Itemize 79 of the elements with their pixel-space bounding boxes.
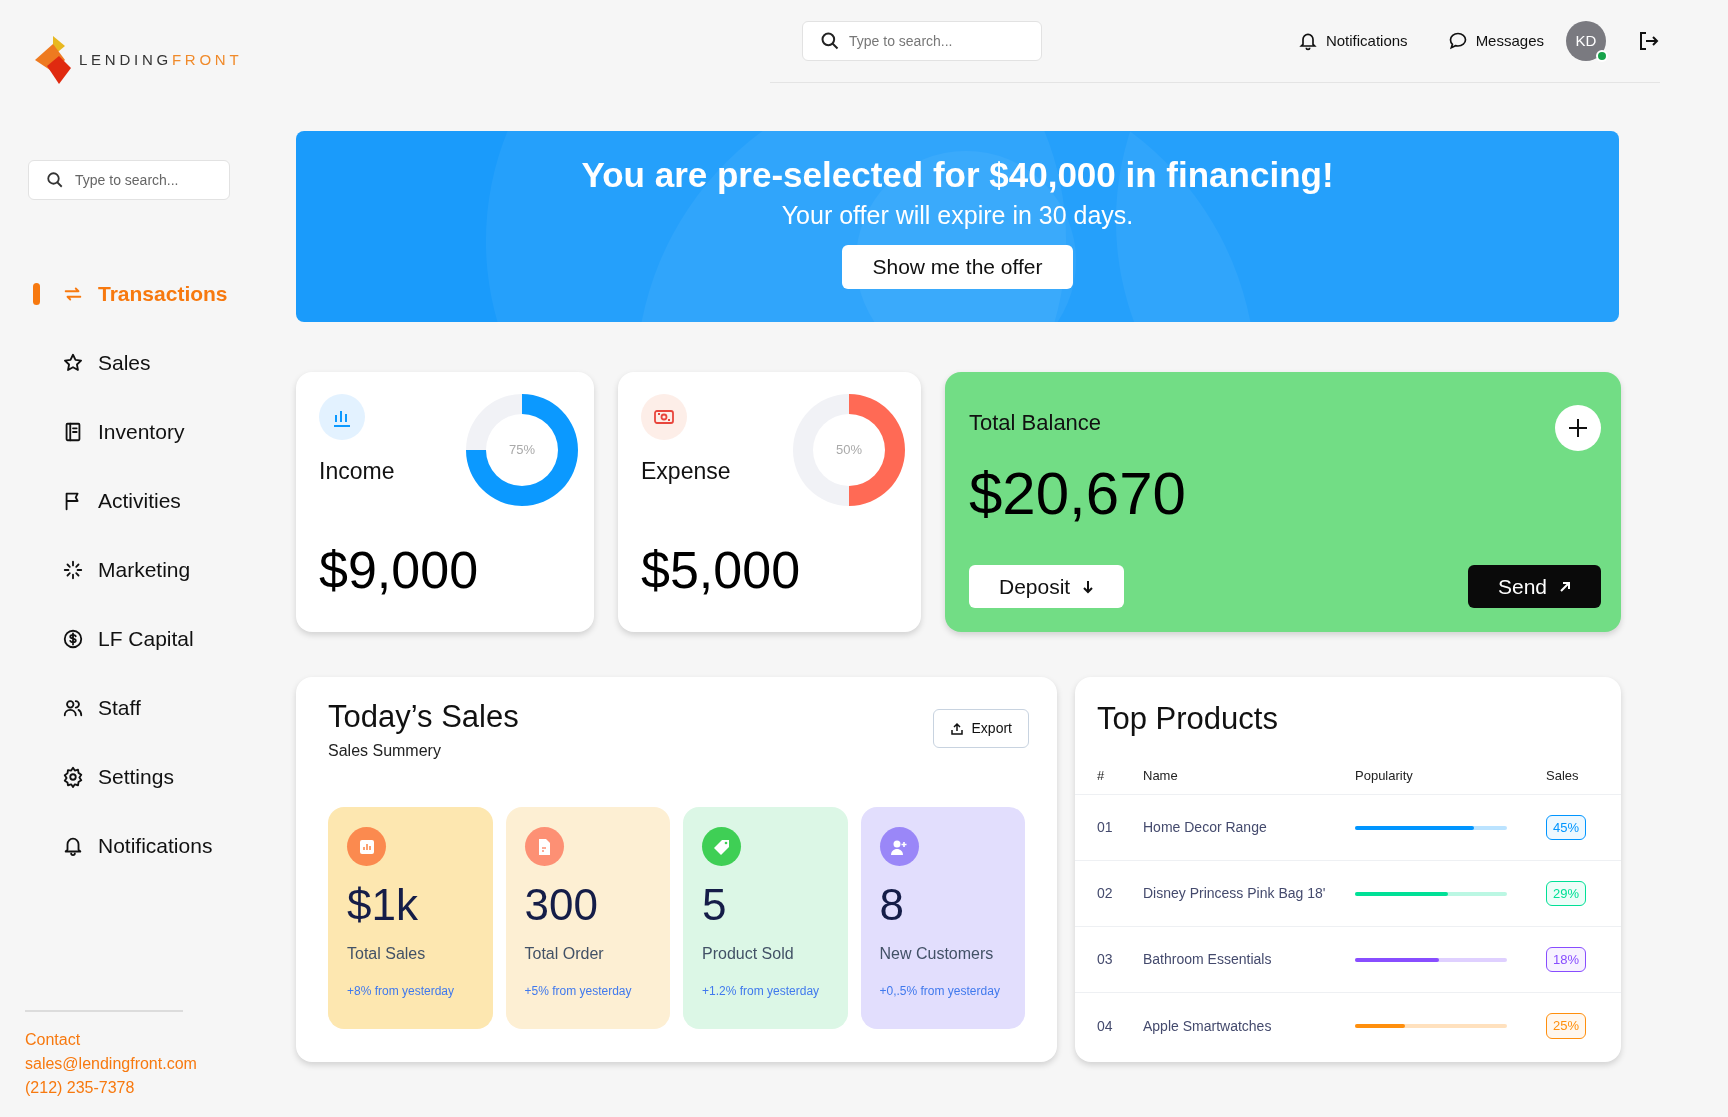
show-offer-button[interactable]: Show me the offer — [842, 245, 1073, 289]
stat-value: $1k — [347, 880, 418, 930]
row-number: 02 — [1097, 885, 1113, 901]
avatar[interactable]: KD — [1566, 21, 1606, 61]
product-name: Bathroom Essentials — [1143, 951, 1272, 967]
banknote-icon — [641, 394, 687, 440]
search-field[interactable]: Type to search... — [28, 160, 230, 200]
logo-icon — [35, 36, 71, 84]
arrow-down-icon — [1082, 579, 1095, 594]
stat-change: +5% from yesterday — [524, 983, 632, 1000]
nav-item[interactable]: Settings — [62, 761, 174, 793]
donut-reading: 75% — [509, 441, 535, 460]
column-header: # — [1097, 767, 1105, 783]
deposit-button[interactable]: Deposit — [969, 565, 1125, 608]
contact-label: Contact — [25, 1030, 82, 1050]
card-subtitle: Sales Summery — [328, 741, 441, 761]
settings-icon — [62, 766, 84, 788]
people-icon — [62, 697, 84, 719]
row-number: 03 — [1097, 951, 1113, 967]
product-name: Apple Smartwatches — [1143, 1017, 1272, 1034]
stat-change: +0,.5% from yesterday — [879, 983, 1000, 1000]
nav-item[interactable]: Staff — [62, 692, 141, 724]
product-name: Disney Princess Pink Bag 18' — [1143, 885, 1326, 901]
product-name: Home Decor Range — [1143, 819, 1267, 835]
messages-button[interactable]: Messages — [1447, 29, 1544, 53]
chart-bars-icon — [319, 394, 365, 440]
bell-icon — [1297, 31, 1318, 51]
balance-title: Total Balance — [969, 409, 1102, 437]
metric-label: Expense — [641, 457, 731, 486]
column-header: Sales — [1546, 767, 1579, 783]
stat-value: 8 — [879, 880, 904, 930]
card-title: Top Products — [1097, 700, 1278, 738]
nav-item[interactable]: LF Capital — [62, 623, 194, 655]
nav-item[interactable]: Activities — [62, 485, 181, 517]
row-number: 01 — [1097, 819, 1113, 835]
sales-percentage: 45% — [1546, 814, 1587, 841]
nav-item[interactable]: Inventory — [62, 416, 185, 448]
nav-item[interactable]: Sales — [62, 347, 151, 379]
row-number: 04 — [1097, 1017, 1113, 1034]
stat-label: Total Order — [524, 944, 604, 964]
export-button[interactable]: Export — [932, 709, 1029, 748]
bell-icon — [62, 835, 84, 857]
send-button[interactable]: Send — [1467, 565, 1601, 608]
dollar-coin-icon — [62, 628, 84, 650]
column-header: Name — [1143, 767, 1178, 783]
banner-title: You are pre-selected for $40,000 in financing! — [581, 154, 1334, 196]
chat-bubble-icon — [1447, 31, 1468, 51]
stat-label: New Customers — [879, 944, 994, 964]
sales-percentage: 18% — [1546, 946, 1587, 973]
arrow-up-right-icon — [1559, 580, 1571, 593]
phone-number: (212) 235-7378 — [25, 1078, 136, 1098]
stat-value: 5 — [702, 880, 727, 930]
metric-label: Income — [319, 457, 395, 486]
search-field[interactable]: Type to search... — [802, 21, 1042, 61]
notifications-button[interactable]: Notifications — [1297, 29, 1408, 53]
stat-change: +8% from yesterday — [347, 983, 455, 1000]
card-title: Today’s Sales — [328, 698, 519, 736]
balance-amount: $20,670 — [969, 459, 1186, 529]
stat-change: +1.2% from yesterday — [702, 983, 820, 1000]
sales-percentage: 29% — [1546, 880, 1587, 907]
stat-label: Total Sales — [347, 944, 426, 964]
upload-icon — [949, 721, 964, 736]
banner-subtitle: Your offer will expire in 30 days. — [781, 200, 1134, 231]
donut-reading: 50% — [836, 441, 862, 460]
add-button[interactable] — [1555, 405, 1601, 451]
star-icon — [62, 352, 84, 374]
sales-percentage: 25% — [1546, 1013, 1587, 1039]
metric-amount: $5,000 — [641, 540, 801, 600]
column-header: Popularity — [1355, 767, 1413, 783]
stat-label: Product Sold — [702, 944, 794, 964]
logo-text: LENDING FRONT — [79, 49, 243, 70]
metric-amount: $9,000 — [319, 540, 479, 600]
search-icon — [46, 171, 64, 189]
plus-icon — [1567, 417, 1589, 439]
nav-item[interactable]: Notifications — [62, 830, 213, 862]
stat-value: 300 — [524, 880, 598, 930]
nav-item[interactable]: Marketing — [62, 554, 191, 586]
search-icon — [820, 31, 840, 51]
sparkle-icon — [62, 559, 84, 581]
